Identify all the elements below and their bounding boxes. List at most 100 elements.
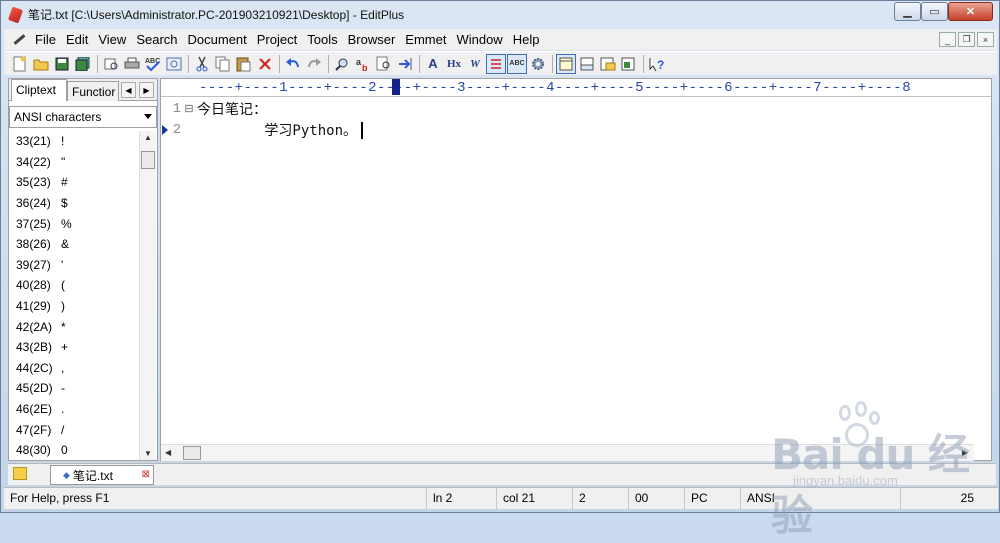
status-help: For Help, press F1: [10, 491, 110, 505]
char-glyph: +: [61, 340, 69, 355]
copy-button[interactable]: [213, 54, 233, 74]
text-cursor: [361, 121, 364, 139]
document-tab[interactable]: ◆ 笔记.txt ⊠: [50, 465, 154, 485]
modified-indicator-icon: ◆: [63, 469, 70, 480]
output-window-button[interactable]: [577, 54, 597, 74]
menu-window[interactable]: Window: [451, 29, 507, 50]
scroll-up-icon[interactable]: ▲: [144, 133, 152, 142]
editor-line[interactable]: 1 ⊟ 今日笔记：: [161, 98, 267, 120]
font-button[interactable]: A: [423, 54, 443, 74]
status-line[interactable]: ln 2: [426, 488, 496, 510]
mdi-close-button[interactable]: ×: [977, 32, 994, 47]
char-glyph: !: [61, 134, 65, 149]
hex-viewer-button[interactable]: Hx: [444, 54, 464, 74]
paste-button[interactable]: [234, 54, 254, 74]
list-item[interactable]: 43(2B) +: [9, 337, 139, 358]
list-item[interactable]: 45(2D) -: [9, 378, 139, 399]
status-line-ending[interactable]: PC: [684, 488, 740, 510]
list-item[interactable]: 42(2A) *: [9, 316, 139, 337]
tab-scroll-right-button[interactable]: ▶: [139, 82, 154, 98]
folder-icon[interactable]: [13, 467, 27, 480]
minimize-button[interactable]: ▁: [894, 2, 921, 21]
delete-button[interactable]: [255, 54, 275, 74]
cliptext-window-icon: [621, 57, 635, 70]
redo-button[interactable]: [304, 54, 324, 74]
list-item[interactable]: 33(21)!: [9, 131, 139, 152]
menu-emmet[interactable]: Emmet: [400, 29, 451, 50]
close-tab-icon[interactable]: ⊠: [142, 469, 150, 480]
menu-browser[interactable]: Browser: [343, 29, 401, 50]
tab-functions[interactable]: Functior: [67, 81, 119, 101]
find-button[interactable]: [332, 54, 352, 74]
help-button[interactable]: ?: [647, 54, 667, 74]
list-item[interactable]: 46(2E).: [9, 399, 139, 420]
settings-button[interactable]: [528, 54, 548, 74]
list-item[interactable]: 34(22) ": [9, 152, 139, 173]
line-number-toggle-button[interactable]: [486, 53, 506, 74]
document-pencil-icon[interactable]: [10, 32, 28, 48]
list-item[interactable]: 48(30) 0: [9, 440, 139, 459]
list-item[interactable]: 39(27) ': [9, 255, 139, 276]
editor-line[interactable]: 2 学习Python。: [161, 119, 364, 141]
go-to-line-button[interactable]: [395, 54, 415, 74]
fold-toggle-icon[interactable]: ⊟: [181, 102, 197, 116]
title-bar[interactable]: 笔记.txt [C:\Users\Administrator.PC-201903…: [1, 1, 999, 28]
maximize-button[interactable]: ▭: [921, 2, 948, 21]
arrow-right-icon: ▶: [143, 85, 150, 95]
find-in-files-button[interactable]: [374, 54, 394, 74]
new-file-button[interactable]: [10, 54, 30, 74]
char-glyph: ': [61, 257, 64, 272]
maximize-icon: ▭: [929, 6, 940, 18]
list-item[interactable]: 41(29)): [9, 296, 139, 317]
undo-button[interactable]: [283, 54, 303, 74]
menu-file[interactable]: File: [30, 29, 61, 50]
menu-help[interactable]: Help: [508, 29, 545, 50]
save-all-button[interactable]: [73, 54, 93, 74]
char-code: 33(21): [16, 134, 51, 149]
close-button[interactable]: ✕: [948, 2, 993, 21]
menu-edit[interactable]: Edit: [61, 29, 93, 50]
list-item[interactable]: 44(2C),: [9, 358, 139, 379]
cliptext-vertical-scrollbar[interactable]: ▲ ▼: [139, 131, 156, 460]
cliptext-window-button[interactable]: [619, 54, 639, 74]
list-item[interactable]: 38(26) &: [9, 234, 139, 255]
replace-button[interactable]: ab: [353, 54, 373, 74]
directory-window-button[interactable]: [598, 54, 618, 74]
list-item[interactable]: 37(25)%: [9, 213, 139, 234]
list-item[interactable]: 36(24) $: [9, 193, 139, 214]
word-wrap-button[interactable]: W: [465, 54, 485, 74]
menu-project[interactable]: Project: [252, 29, 302, 50]
menu-search[interactable]: Search: [131, 29, 182, 50]
menu-document[interactable]: Document: [183, 29, 252, 50]
scrollbar-thumb[interactable]: [141, 151, 155, 169]
menu-tools[interactable]: Tools: [302, 29, 342, 50]
tab-scroll-left-button[interactable]: ◀: [121, 82, 136, 98]
list-item[interactable]: 35(23) #: [9, 172, 139, 193]
print-preview-button[interactable]: [101, 54, 121, 74]
char-code: 40(28): [16, 278, 51, 293]
mdi-restore-button[interactable]: ❐: [958, 32, 975, 47]
editplus-app-icon[interactable]: [7, 6, 24, 23]
char-code: 45(2D): [16, 381, 53, 396]
status-column[interactable]: col 21: [496, 488, 572, 510]
list-item[interactable]: 40(28) (: [9, 275, 139, 296]
save-button[interactable]: [52, 54, 72, 74]
char-glyph: ": [61, 154, 66, 169]
screen-layout-button[interactable]: [556, 53, 576, 74]
print-button[interactable]: [122, 54, 142, 74]
menu-view[interactable]: View: [93, 29, 131, 50]
cliptext-library-select[interactable]: ANSI characters: [9, 106, 157, 128]
mdi-minimize-button[interactable]: _: [939, 32, 956, 47]
column-select-button[interactable]: ABC: [507, 53, 527, 74]
cut-button[interactable]: [192, 54, 212, 74]
list-item[interactable]: 47(2F) /: [9, 419, 139, 440]
tab-cliptext[interactable]: Cliptext: [11, 79, 67, 101]
restore-icon: ❐: [962, 34, 971, 44]
scrollbar-thumb[interactable]: [183, 446, 201, 460]
scroll-down-icon[interactable]: ▼: [144, 449, 152, 458]
open-file-button[interactable]: [31, 54, 51, 74]
save-icon: [55, 57, 69, 70]
spellcheck-button[interactable]: ABC: [143, 54, 163, 74]
browser-preview-button[interactable]: [164, 54, 184, 74]
scroll-left-icon[interactable]: ◀: [165, 448, 171, 457]
